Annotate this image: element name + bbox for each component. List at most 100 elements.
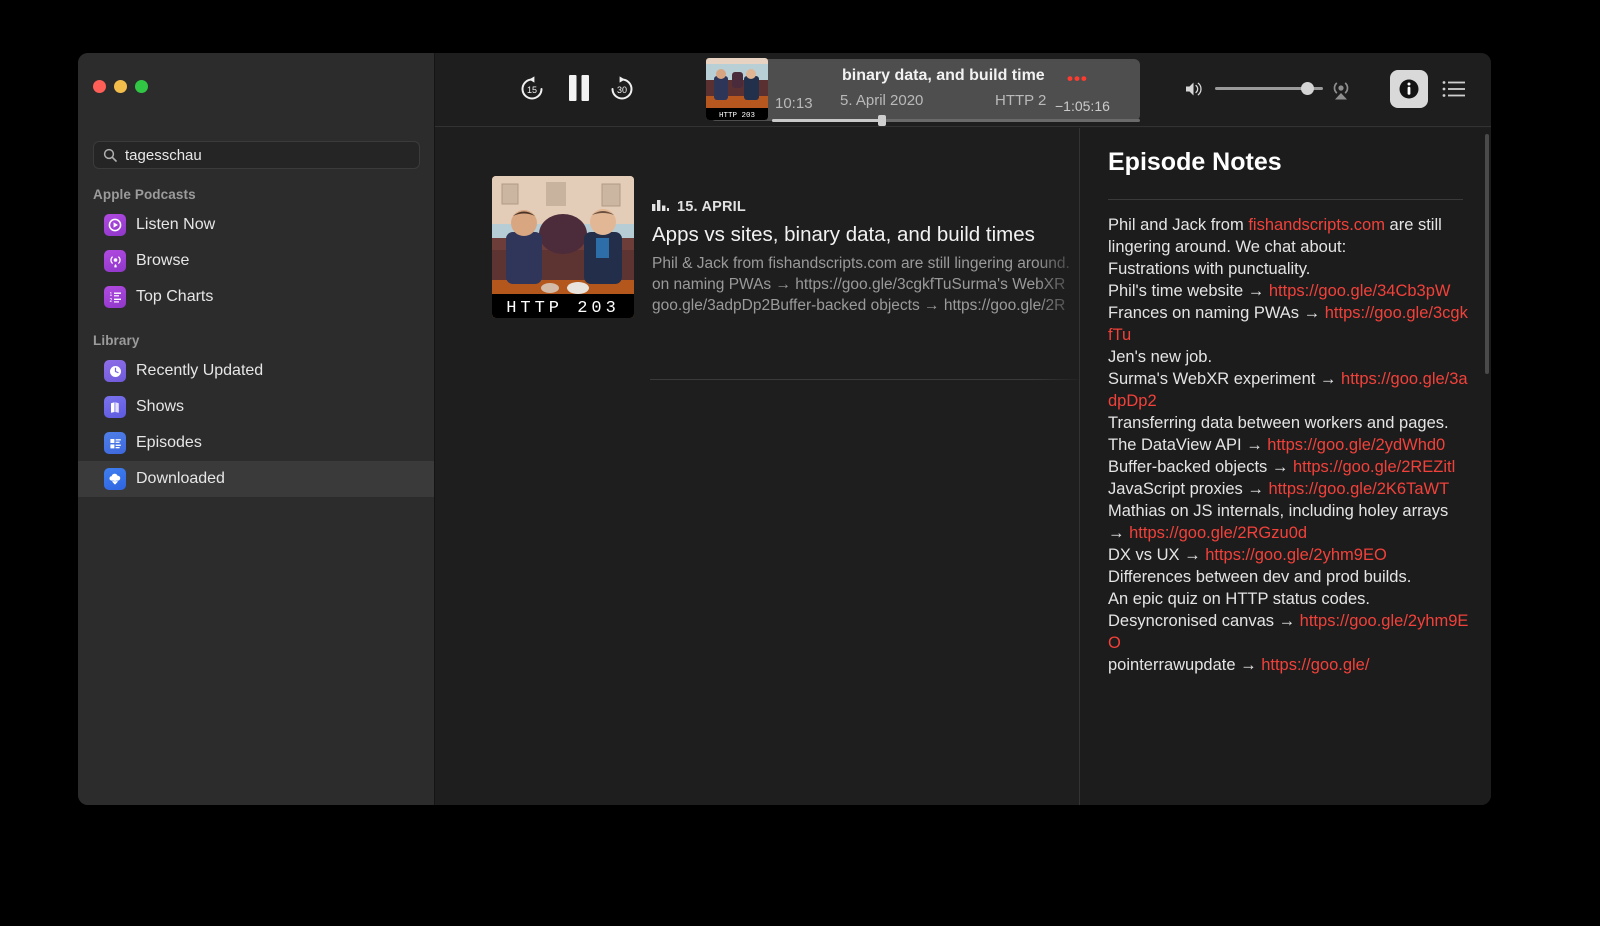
search-icon xyxy=(103,148,117,162)
notes-link[interactable]: https://goo.gle/ xyxy=(1261,656,1369,674)
sidebar-item-episodes[interactable]: Episodes xyxy=(78,425,434,461)
sidebar-item-label: Downloaded xyxy=(136,470,225,487)
episode-notes-body: Phil and Jack from fishandscripts.com ar… xyxy=(1080,200,1491,676)
now-playing-title: binary data, and build time xyxy=(842,67,1045,84)
notes-link[interactable]: https://goo.gle/2yhm9EO xyxy=(1108,612,1468,652)
books-icon xyxy=(104,396,126,418)
notes-paragraph: The DataView API → https://goo.gle/2ydWh… xyxy=(1108,436,1446,454)
notes-paragraph: Phil's time website → https://goo.gle/34… xyxy=(1108,282,1451,300)
equalizer-bars-icon xyxy=(652,198,669,216)
scrubber-fill xyxy=(772,119,883,122)
sidebar: Apple Podcasts Listen Now xyxy=(78,53,435,805)
sidebar-item-label: Episodes xyxy=(136,434,202,451)
notes-paragraph: Buffer-backed objects → https://goo.gle/… xyxy=(1108,458,1456,476)
playing-next-queue-icon[interactable] xyxy=(1442,79,1466,104)
now-playing-elapsed-time: 10:13 xyxy=(775,95,813,112)
episode-date: 15. APRIL xyxy=(677,199,746,215)
svg-text:30: 30 xyxy=(617,85,627,95)
notes-paragraph: Mathias on JS internals, including holey… xyxy=(1108,502,1449,542)
notes-scrollbar[interactable] xyxy=(1485,134,1489,374)
info-button[interactable] xyxy=(1390,70,1428,108)
playback-scrubber[interactable] xyxy=(772,115,1140,126)
sidebar-item-label: Listen Now xyxy=(136,216,216,233)
notes-link[interactable]: https://goo.gle/3cgkfTu xyxy=(1108,304,1468,344)
now-playing-date: 5. April 2020 xyxy=(840,92,924,109)
skip-forward-30-button[interactable]: 30 xyxy=(607,74,637,104)
notes-paragraph: JavaScript proxies → https://goo.gle/2K6… xyxy=(1108,480,1450,498)
now-playing-show: HTTP 2 xyxy=(995,92,1047,109)
episode-description-line: on naming PWAs → https://goo.gle/3cgkfTu… xyxy=(652,276,1066,293)
svg-text:HTTP 203: HTTP 203 xyxy=(719,112,756,120)
now-playing-more-icon[interactable]: ••• xyxy=(1067,69,1088,89)
episode-notes-heading: Episode Notes xyxy=(1108,148,1282,176)
clock-icon xyxy=(104,360,126,382)
episode-meta: 15. APRIL Apps vs sites, binary data, an… xyxy=(652,176,1122,318)
volume-slider-knob[interactable] xyxy=(1300,82,1314,95)
sidebar-item-label: Top Charts xyxy=(136,288,214,305)
notes-paragraph: Desyncronised canvas → https://goo.gle/2… xyxy=(1108,612,1469,652)
sidebar-item-top-charts[interactable]: 1 2 Top Charts xyxy=(78,279,434,315)
sidebar-item-shows[interactable]: Shows xyxy=(78,389,434,425)
podcast-icon xyxy=(104,250,126,272)
now-playing-artwork: HTTP 203 xyxy=(706,58,768,120)
notes-paragraph: Fustrations with punctuality. xyxy=(1108,260,1311,278)
episode-title[interactable]: Apps vs sites, binary data, and build ti… xyxy=(652,223,1122,247)
episode-artwork: HTTP 203 xyxy=(492,176,634,318)
podcasts-window: Apple Podcasts Listen Now xyxy=(78,53,1491,805)
sidebar-item-label: Shows xyxy=(136,398,185,415)
search-input[interactable] xyxy=(125,146,410,164)
playback-toolbar: 15 30 HTTP 203 binary data, and build ti… xyxy=(435,53,1491,127)
notes-paragraph: An epic quiz on HTTP status codes. xyxy=(1108,590,1370,608)
sidebar-nav: Apple Podcasts Listen Now Browse 1 2 Top… xyxy=(78,171,434,497)
notes-link[interactable]: https://goo.gle/3adpDp2 xyxy=(1108,370,1468,410)
volume-icon[interactable] xyxy=(1185,80,1205,103)
notes-paragraph: pointerrawupdate → https://goo.gle/ xyxy=(1108,656,1370,674)
airplay-icon[interactable] xyxy=(1329,77,1353,106)
notes-paragraph: Jen's new job. xyxy=(1108,348,1213,366)
pause-button[interactable] xyxy=(565,72,593,104)
sidebar-item-browse[interactable]: Browse xyxy=(78,243,434,279)
notes-paragraph: Frances on naming PWAs → https://goo.gle… xyxy=(1108,304,1468,344)
zoom-button[interactable] xyxy=(135,80,148,93)
sidebar-item-label: Recently Updated xyxy=(136,362,264,379)
episode-description-line: goo.gle/3adpDp2Buffer-backed objects → h… xyxy=(652,297,1066,314)
notes-link[interactable]: https://goo.gle/2K6TaWT xyxy=(1268,480,1449,498)
play-circle-icon xyxy=(104,214,126,236)
svg-text:2: 2 xyxy=(109,298,112,304)
list-detail-icon xyxy=(104,432,126,454)
scrubber-knob[interactable] xyxy=(878,115,887,126)
sidebar-section-apple-podcasts: Apple Podcasts xyxy=(93,187,196,202)
sidebar-item-listen-now[interactable]: Listen Now xyxy=(78,207,434,243)
sidebar-item-downloaded[interactable]: Downloaded xyxy=(78,461,434,497)
now-playing-remaining-time: −1:05:16 xyxy=(1055,98,1110,114)
window-traffic-lights xyxy=(93,80,148,93)
notes-paragraph: Phil and Jack from fishandscripts.com ar… xyxy=(1108,216,1442,256)
search-field[interactable] xyxy=(93,141,420,169)
cloud-download-icon xyxy=(104,468,126,490)
notes-paragraph: Transferring data between workers and pa… xyxy=(1108,414,1449,432)
main-area: 15 30 HTTP 203 binary data, and build ti… xyxy=(435,53,1491,805)
chart-list-icon: 1 2 xyxy=(104,286,126,308)
notes-link[interactable]: fishandscripts.com xyxy=(1248,216,1385,234)
skip-back-15-button[interactable]: 15 xyxy=(517,74,547,104)
episode-description: Phil & Jack from fishandscripts.com are … xyxy=(652,253,1122,316)
notes-paragraph: Surma's WebXR experiment → https://goo.g… xyxy=(1108,370,1468,410)
notes-paragraph: DX vs UX → https://goo.gle/2yhm9EO xyxy=(1108,546,1387,564)
episode-artwork-caption: HTTP 203 xyxy=(506,299,620,318)
notes-link[interactable]: https://goo.gle/34Cb3pW xyxy=(1269,282,1451,300)
episode-row[interactable]: HTTP 203 15. APRIL Apps vs sites, binary… xyxy=(492,176,1132,318)
episode-notes-panel: Episode Notes Phil and Jack from fishand… xyxy=(1079,128,1491,805)
notes-link[interactable]: https://goo.gle/2ydWhd0 xyxy=(1267,436,1445,454)
svg-text:15: 15 xyxy=(527,85,537,95)
notes-link[interactable]: https://goo.gle/2yhm9EO xyxy=(1205,546,1387,564)
notes-link[interactable]: https://goo.gle/2REZitl xyxy=(1293,458,1455,476)
sidebar-section-library: Library xyxy=(93,333,140,348)
volume-slider[interactable] xyxy=(1215,82,1323,95)
minimize-button[interactable] xyxy=(114,80,127,93)
notes-link[interactable]: https://goo.gle/2RGzu0d xyxy=(1129,524,1307,542)
episode-description-line: Phil & Jack from fishandscripts.com are … xyxy=(652,255,1070,272)
close-button[interactable] xyxy=(93,80,106,93)
sidebar-item-recently-updated[interactable]: Recently Updated xyxy=(78,353,434,389)
notes-paragraph: Differences between dev and prod builds. xyxy=(1108,568,1412,586)
now-playing-widget[interactable]: HTTP 203 binary data, and build time •••… xyxy=(706,58,1140,126)
